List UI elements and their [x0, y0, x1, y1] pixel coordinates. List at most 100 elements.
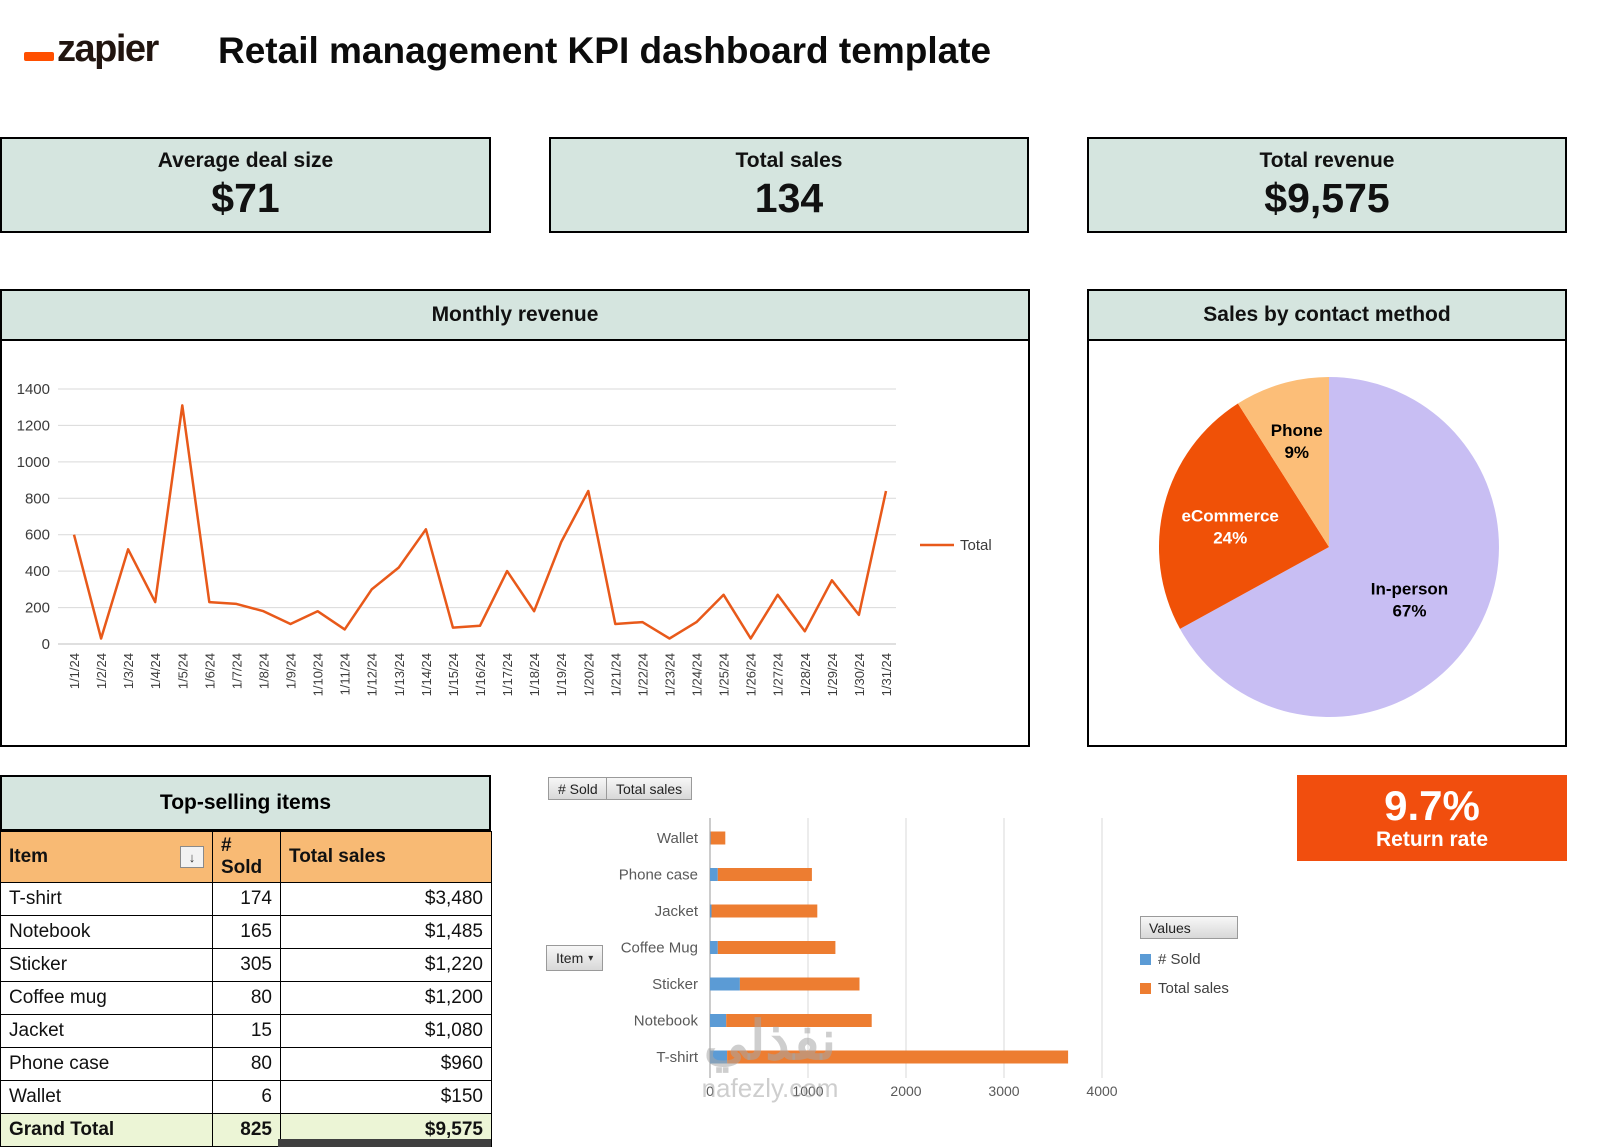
svg-text:1/3/24: 1/3/24: [121, 653, 136, 689]
kpi-label: Average deal size: [158, 149, 334, 173]
kpi-label: Total revenue: [1260, 149, 1395, 173]
page-title: Retail management KPI dashboard template: [218, 30, 991, 72]
sales-cell: $1,080: [281, 1015, 492, 1048]
total-sales-swatch-icon: [1140, 983, 1151, 994]
item-cell: Jacket: [1, 1015, 213, 1048]
svg-text:1/17/24: 1/17/24: [500, 653, 515, 696]
svg-text:1/14/24: 1/14/24: [419, 653, 434, 696]
kpi-value: $71: [211, 175, 279, 222]
svg-text:1/19/24: 1/19/24: [554, 653, 569, 696]
svg-text:1/15/24: 1/15/24: [446, 653, 461, 696]
return-rate-value: 9.7%: [1384, 784, 1480, 828]
svg-text:0: 0: [706, 1083, 714, 1099]
kpi-card-total-sales: Total sales 134: [549, 137, 1029, 233]
zapier-logo: zapier: [24, 30, 158, 68]
contact-method-pie-chart: In-person67%eCommerce24%Phone9%: [1089, 341, 1565, 745]
column-header-total-sales: Total sales: [281, 832, 492, 883]
sort-filter-icon[interactable]: ↓: [180, 846, 204, 868]
svg-text:Coffee Mug: Coffee Mug: [621, 940, 698, 957]
sold-cell: 15: [213, 1015, 281, 1048]
svg-text:800: 800: [25, 490, 50, 507]
top-selling-title: Top-selling items: [0, 775, 491, 831]
svg-text:2000: 2000: [890, 1083, 921, 1099]
column-header-item: Item: [9, 846, 48, 868]
sold-swatch-icon: [1140, 954, 1151, 965]
field-button-sold[interactable]: # Sold: [548, 777, 608, 800]
table-row: Jacket15$1,080: [1, 1015, 492, 1048]
item-dropdown-button[interactable]: Item ▾: [546, 945, 603, 971]
table-row: Notebook165$1,485: [1, 916, 492, 949]
monthly-revenue-panel: Monthly revenue 020040060080010001200140…: [0, 289, 1030, 747]
table-row: T-shirt174$3,480: [1, 883, 492, 916]
chevron-down-icon: ▾: [588, 953, 593, 964]
sales-cell: $3,480: [281, 883, 492, 916]
field-button-total-sales[interactable]: Total sales: [606, 777, 692, 800]
svg-text:Jacket: Jacket: [655, 903, 699, 920]
svg-text:1000: 1000: [792, 1083, 823, 1099]
svg-text:1/13/24: 1/13/24: [392, 653, 407, 696]
table-row: Wallet6$150: [1, 1081, 492, 1114]
item-dropdown-label: Item: [556, 950, 583, 966]
kpi-value: $9,575: [1264, 175, 1389, 222]
grand-total-label: Grand Total: [1, 1114, 213, 1147]
return-rate-card: 9.7% Return rate: [1297, 775, 1567, 861]
dashboard-page: zapier Retail management KPI dashboard t…: [0, 0, 1600, 1147]
svg-text:1/29/24: 1/29/24: [825, 653, 840, 696]
legend-entry-total-sales: Total sales: [1140, 980, 1260, 997]
monthly-revenue-title: Monthly revenue: [2, 291, 1028, 341]
sales-cell: $1,200: [281, 982, 492, 1015]
svg-text:1/31/24: 1/31/24: [879, 653, 894, 696]
zapier-logo-mark-icon: [24, 52, 54, 61]
sold-cell: 165: [213, 916, 281, 949]
column-header-sold: # Sold: [213, 832, 281, 883]
svg-text:1/8/24: 1/8/24: [257, 653, 272, 689]
return-rate-label: Return rate: [1376, 828, 1488, 852]
svg-text:600: 600: [25, 527, 50, 544]
svg-text:1/7/24: 1/7/24: [229, 653, 244, 689]
sold-cell: 305: [213, 949, 281, 982]
svg-text:1/2/24: 1/2/24: [94, 653, 109, 689]
item-cell: Wallet: [1, 1081, 213, 1114]
sales-cell: $1,220: [281, 949, 492, 982]
svg-text:Notebook: Notebook: [634, 1013, 699, 1030]
kpi-label: Total sales: [736, 149, 843, 173]
top-selling-table: Item ↓ # Sold Total sales T-shirt174$3,4…: [0, 831, 492, 1147]
legend-entry-sold: # Sold: [1140, 951, 1260, 968]
svg-text:1/6/24: 1/6/24: [202, 653, 217, 689]
sales-by-contact-title: Sales by contact method: [1089, 291, 1565, 341]
monthly-revenue-chart: 02004006008001000120014001/1/241/2/241/3…: [2, 341, 1028, 745]
pivot-legend: Values # Sold Total sales: [1140, 916, 1260, 997]
svg-text:1/9/24: 1/9/24: [284, 653, 299, 689]
svg-text:1/18/24: 1/18/24: [527, 653, 542, 696]
svg-text:0: 0: [42, 636, 50, 653]
svg-text:1/25/24: 1/25/24: [717, 653, 732, 696]
svg-text:1/12/24: 1/12/24: [365, 653, 380, 696]
svg-text:400: 400: [25, 563, 50, 580]
svg-text:Sticker: Sticker: [652, 976, 698, 993]
kpi-card-average-deal-size: Average deal size $71: [0, 137, 491, 233]
pivot-chart-area: 01000200030004000WalletPhone caseJacketC…: [540, 772, 1140, 1127]
sold-cell: 80: [213, 982, 281, 1015]
item-cell: Sticker: [1, 949, 213, 982]
items-bar-chart: 01000200030004000WalletPhone caseJacketC…: [540, 772, 1140, 1112]
svg-text:T-shirt: T-shirt: [656, 1049, 699, 1066]
svg-text:1/5/24: 1/5/24: [175, 653, 190, 689]
values-field-button[interactable]: Values: [1140, 916, 1238, 939]
cutoff-partial-element: [278, 1139, 491, 1147]
sold-cell: 6: [213, 1081, 281, 1114]
svg-text:1/16/24: 1/16/24: [473, 653, 488, 696]
svg-text:1/30/24: 1/30/24: [852, 653, 867, 696]
table-header-row: Item ↓ # Sold Total sales: [1, 832, 492, 883]
item-cell: Notebook: [1, 916, 213, 949]
svg-text:1/4/24: 1/4/24: [148, 653, 163, 689]
svg-text:1/20/24: 1/20/24: [581, 653, 596, 696]
svg-text:3000: 3000: [988, 1083, 1019, 1099]
svg-text:1/1/24: 1/1/24: [67, 653, 82, 689]
legend-label: # Sold: [1158, 951, 1201, 968]
sales-cell: $960: [281, 1048, 492, 1081]
item-cell: Coffee mug: [1, 982, 213, 1015]
svg-text:1/21/24: 1/21/24: [608, 653, 623, 696]
svg-text:1/23/24: 1/23/24: [663, 653, 678, 696]
kpi-value: 134: [755, 175, 823, 222]
svg-text:1/11/24: 1/11/24: [338, 653, 353, 695]
